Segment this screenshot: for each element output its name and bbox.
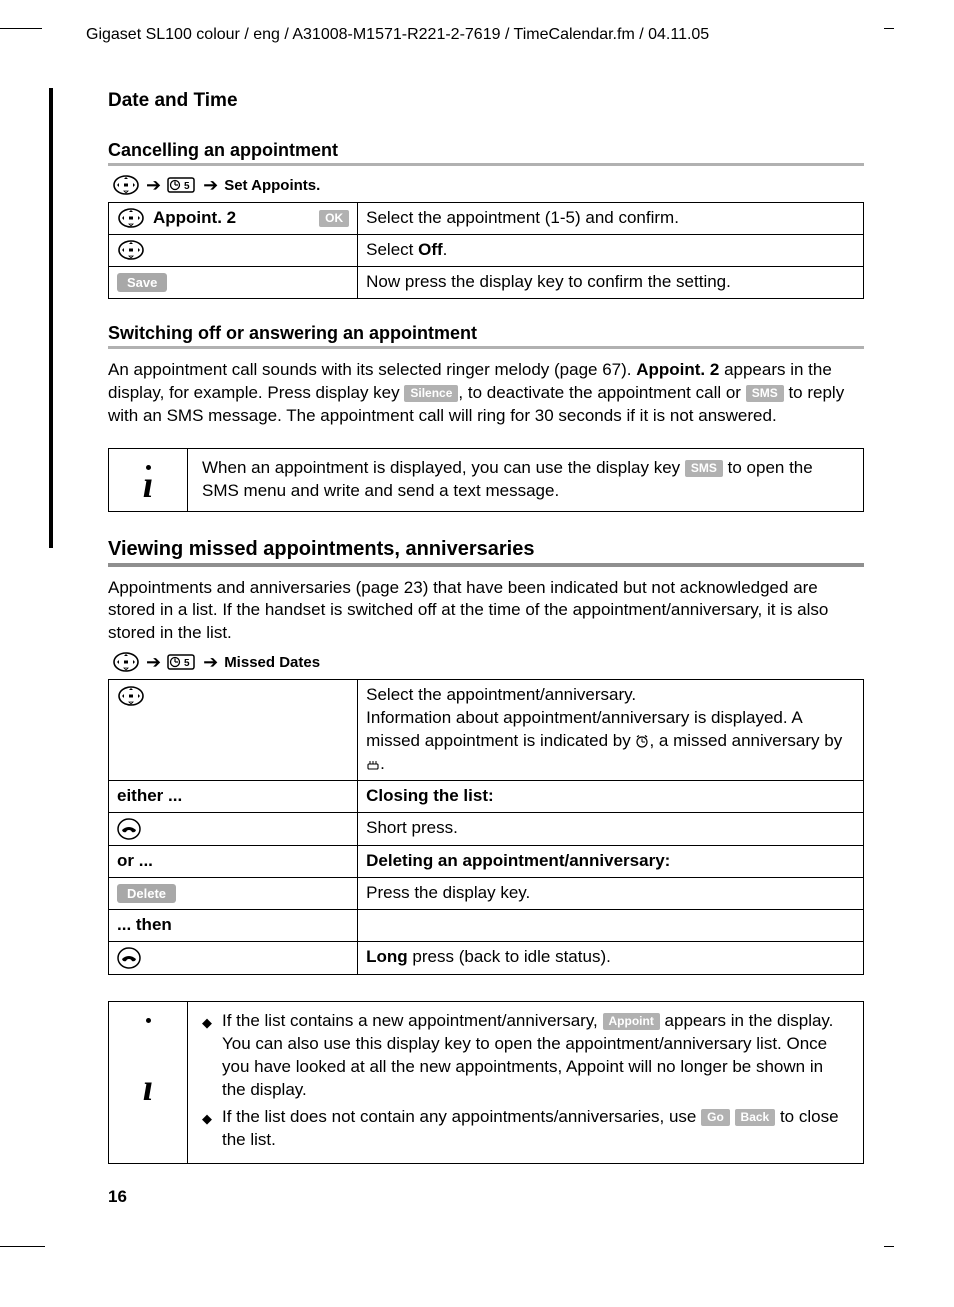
hangup-icon [117,946,141,970]
cake-icon [366,757,380,771]
heading-viewing: Viewing missed appointments, anniversari… [108,538,864,561]
back-key: Back [735,1109,776,1126]
calendar-icon [167,652,197,672]
arrow-icon: ➔ [146,175,161,196]
info-text: When an appointment is displayed, you ca… [188,449,863,511]
cell-text: Select Off. [358,234,864,266]
nav-path-missed-dates: ➔ ➔ Missed Dates [112,651,864,673]
page-number: 16 [108,1187,127,1207]
rule [108,346,864,349]
cell-text: Select the appointment (1-5) and confirm… [358,203,864,235]
nav-label: Set Appoints. [224,177,320,194]
rule [108,563,864,567]
then-label: ... then [109,909,358,941]
or-label: or ... [109,846,358,878]
nav-pad-icon [112,651,140,673]
calendar-icon [167,175,197,195]
nav-pad-icon [117,239,145,261]
info-note: ı If the list contains a new appointment… [108,1001,864,1165]
section-title: Date and Time [108,90,864,112]
info-icon: ı [109,449,188,511]
header-path: Gigaset SL100 colour / eng / A31008-M157… [86,26,894,44]
missed-table: Select the appointment/anniversary. Info… [108,679,864,975]
ok-key: OK [319,210,349,227]
delete-key: Delete [117,884,176,904]
rule [108,163,864,166]
sms-key: SMS [685,460,723,477]
cell-text: Select the appointment/anniversary. Info… [358,680,864,781]
cancel-table: Appoint. 2 OK Select the appointment (1-… [108,202,864,299]
appoint-label: Appoint. 2 [153,207,236,230]
hangup-icon [117,817,141,841]
save-key: Save [117,273,167,293]
either-label: either ... [109,781,358,813]
paragraph: Appointments and anniversaries (page 23)… [108,577,864,646]
nav-label: Missed Dates [224,654,320,671]
arrow-icon: ➔ [146,652,161,673]
go-key: Go [701,1109,730,1126]
sms-key: SMS [746,385,784,402]
info-icon: ı [109,1002,188,1164]
nav-path-set-appoints: ➔ ➔ Set Appoints. [112,174,864,196]
subheading-switching: Switching off or answering an appointmen… [108,323,864,344]
cell-text: Deleting an appointment/anniversary: [358,846,864,878]
info-text: If the list contains a new appointment/a… [188,1002,863,1164]
info-note: ı When an appointment is displayed, you … [108,448,864,512]
side-rule [49,88,53,548]
paragraph: An appointment call sounds with its sele… [108,359,864,428]
nav-pad-icon [112,174,140,196]
nav-pad-icon [117,685,145,707]
alarm-icon [635,734,649,748]
silence-key: Silence [404,385,458,402]
cell-text: Press the display key. [358,877,864,909]
cell-text: Short press. [358,813,864,846]
cell-text: Long press (back to idle status). [358,941,864,974]
cell-text: Now press the display key to confirm the… [358,266,864,298]
nav-pad-icon [117,207,145,229]
arrow-icon: ➔ [203,652,218,673]
arrow-icon: ➔ [203,175,218,196]
subheading-cancel: Cancelling an appointment [108,140,864,161]
cell-text: Closing the list: [358,781,864,813]
appoint-key: Appoint [603,1013,660,1030]
